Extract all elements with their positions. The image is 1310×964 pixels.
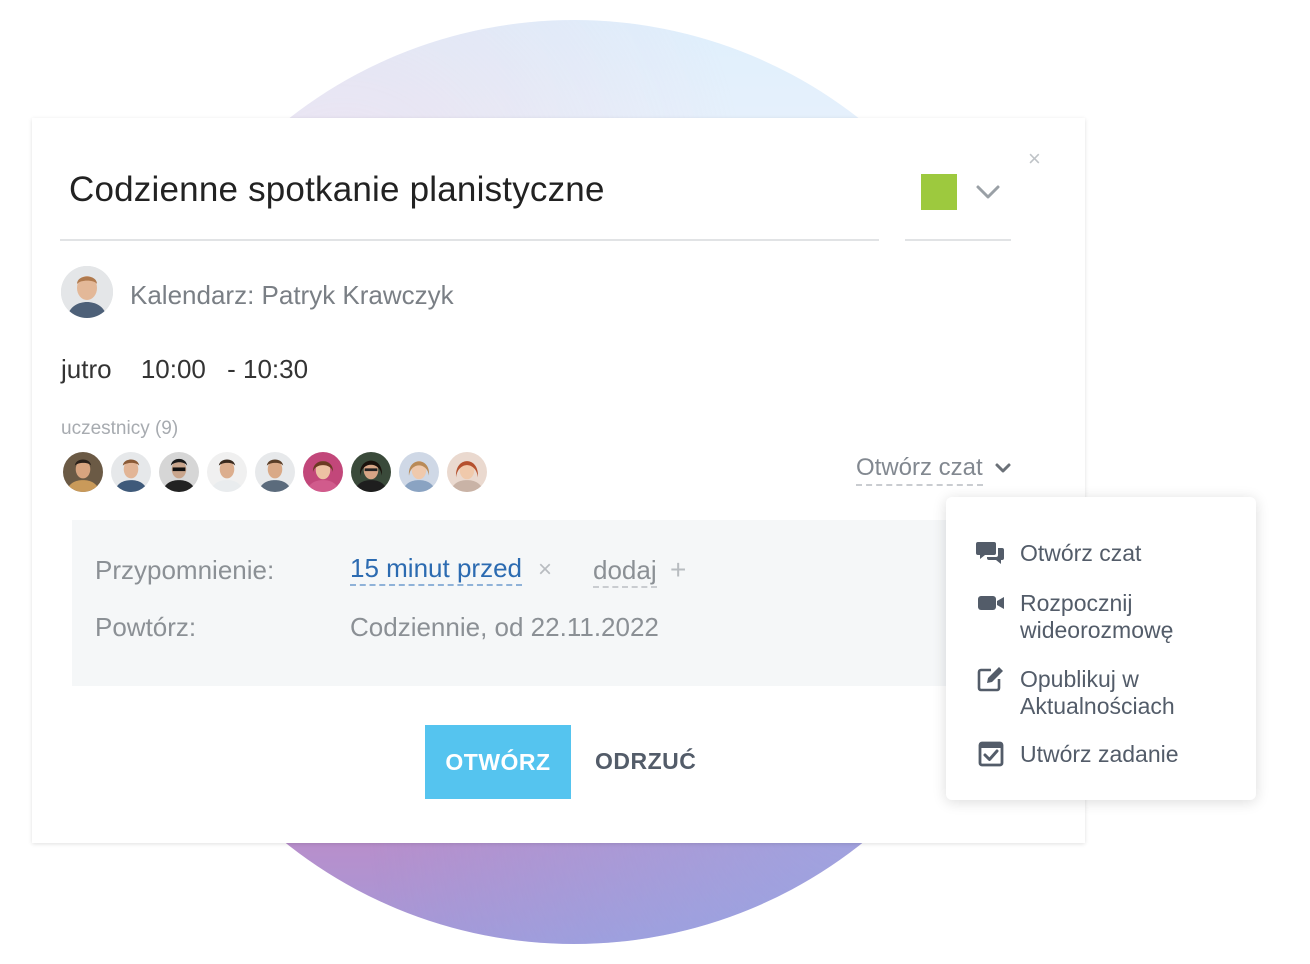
avatar[interactable] [109,450,153,494]
reminder-value[interactable]: 15 minut przed [350,553,522,586]
event-popup-card: Codzienne spotkanie planistyczne Kalenda… [32,118,1085,843]
chevron-down-icon[interactable] [974,180,1002,204]
chat-bubbles-icon [976,542,1004,564]
repeat-label: Powtórz: [95,612,197,642]
participants-label: uczestnicy (9) [61,418,179,439]
menu-item-label: Rozpocznij wideorozmowę [1020,590,1174,643]
event-time[interactable]: jutro 10:00 - 10:30 [61,354,330,385]
avatar [61,266,113,318]
chevron-down-icon[interactable] [994,460,1012,476]
task-checkbox-icon [978,741,1004,767]
event-end: - 10:30 [227,354,309,384]
repeat-value: Codziennie, od 22.11.2022 [350,612,659,642]
reject-button[interactable]: ODRZUĆ [595,748,696,775]
avatar[interactable] [253,450,297,494]
avatar[interactable] [445,450,489,494]
avatar[interactable] [61,450,105,494]
event-start: 10:00 [140,354,206,384]
open-button[interactable]: OTWÓRZ [425,725,571,799]
event-color-swatch[interactable] [921,174,957,210]
event-day: jutro [61,354,112,384]
event-title[interactable]: Codzienne spotkanie planistyczne [69,170,605,210]
avatar[interactable] [397,450,441,494]
menu-item-label: Otwórz czat [1020,540,1142,566]
avatar[interactable] [301,450,345,494]
menu-item-label: Opublikuj w Aktualnościach [1020,666,1175,719]
color-picker-underline [905,239,1011,241]
plus-icon[interactable]: + [670,554,686,586]
calendar-owner: Kalendarz: Patryk Krawczyk [130,280,454,310]
edit-post-icon [977,667,1003,692]
avatar[interactable] [205,450,249,494]
menu-item-label: Utwórz zadanie [1020,741,1179,767]
video-camera-icon [978,596,1004,610]
avatar[interactable] [157,450,201,494]
open-chat-dropdown[interactable]: Otwórz czat [856,454,983,486]
remove-reminder-icon[interactable]: × [538,556,552,584]
chat-actions-menu: Otwórz czat Rozpocznij wideorozmowę Opub… [946,497,1256,800]
title-underline [60,239,879,241]
reminder-label: Przypomnienie: [95,555,275,585]
event-details-panel: Przypomnienie: 15 minut przed × dodaj + … [72,520,972,686]
add-reminder-link[interactable]: dodaj [593,555,657,588]
avatar[interactable] [349,450,393,494]
close-icon[interactable]: × [1028,148,1041,170]
